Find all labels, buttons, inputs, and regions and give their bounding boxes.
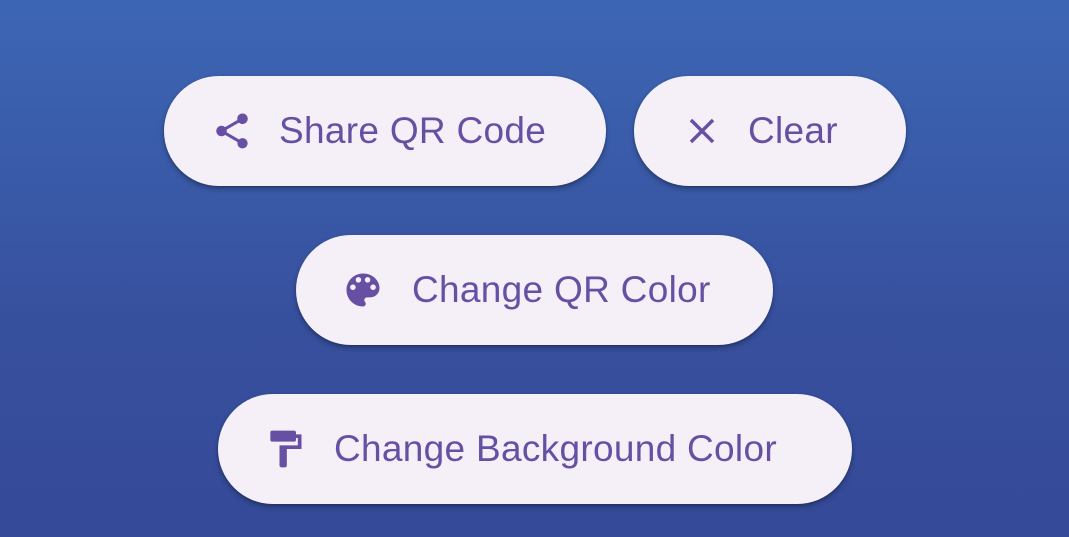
share-qr-code-button[interactable]: Share QR Code	[164, 76, 606, 186]
change-background-color-button[interactable]: Change Background Color	[218, 394, 852, 504]
change-background-color-label: Change Background Color	[334, 428, 777, 469]
change-qr-color-button[interactable]: Change QR Color	[296, 235, 773, 345]
clear-label: Clear	[748, 110, 838, 151]
clear-button[interactable]: Clear	[634, 76, 906, 186]
palette-icon	[341, 268, 385, 312]
share-icon	[210, 109, 254, 153]
change-qr-color-label: Change QR Color	[412, 269, 711, 310]
share-qr-code-label: Share QR Code	[279, 110, 547, 151]
close-icon	[680, 109, 724, 153]
format-paint-icon	[263, 427, 307, 471]
